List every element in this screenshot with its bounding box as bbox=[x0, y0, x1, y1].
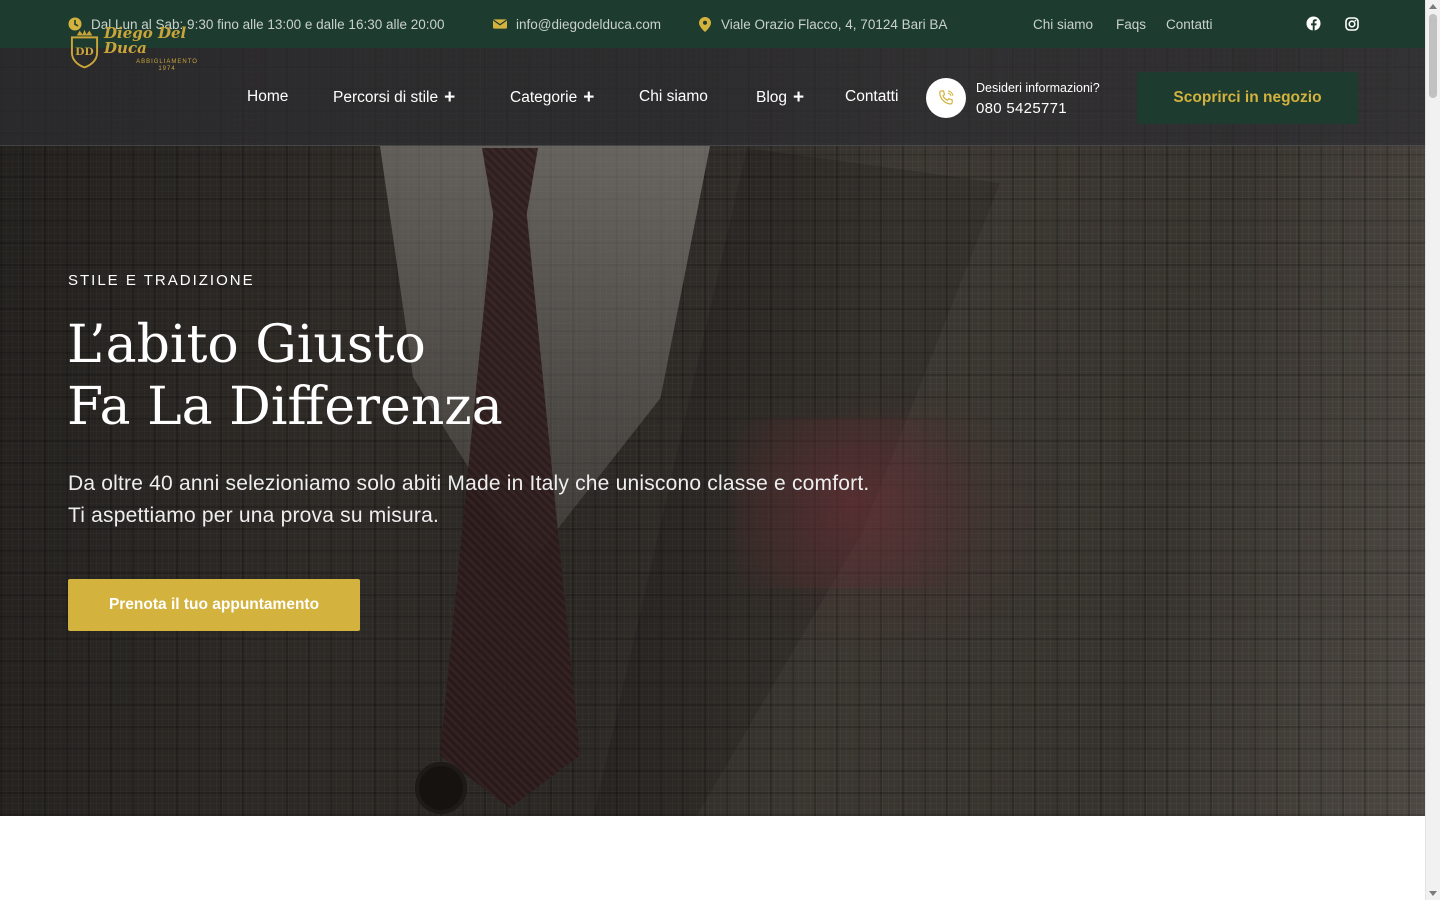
instagram-icon[interactable] bbox=[1343, 15, 1360, 32]
email-item[interactable]: info@diegodelduca.com bbox=[493, 0, 661, 48]
hero-subtitle: Da oltre 40 anni selezioniamo solo abiti… bbox=[68, 468, 1028, 532]
nav-percorsi-di-stile[interactable]: Percorsi di stile + bbox=[333, 88, 455, 107]
nav-contatti-label: Contatti bbox=[845, 88, 899, 105]
logo-year: 1974 bbox=[158, 66, 176, 72]
envelope-icon bbox=[493, 17, 507, 31]
book-appointment-button[interactable]: Prenota il tuo appuntamento bbox=[68, 579, 360, 631]
hero-title-line-2: Fa La Differenza bbox=[67, 377, 503, 437]
email-link[interactable]: info@diegodelduca.com bbox=[516, 17, 661, 32]
svg-text:DD: DD bbox=[75, 45, 93, 58]
logo[interactable]: DD Diego Del Duca ABBIGLIAMENTO 1974 bbox=[70, 24, 230, 74]
hero-title: L’abito Giusto Fa La Differenza bbox=[67, 314, 503, 438]
phone-icon[interactable] bbox=[926, 78, 966, 118]
top-link-chi-siamo[interactable]: Chi siamo bbox=[1033, 0, 1093, 48]
top-link-contatti[interactable]: Contatti bbox=[1166, 0, 1213, 48]
map-pin-icon bbox=[698, 16, 712, 32]
logo-crest-icon: DD bbox=[70, 29, 99, 69]
plus-icon: + bbox=[444, 87, 456, 108]
facebook-icon[interactable] bbox=[1305, 15, 1322, 32]
visit-store-button[interactable]: Scoprirci in negozio bbox=[1137, 72, 1358, 124]
logo-name: Diego Del Duca bbox=[104, 24, 187, 57]
contact-question: Desideri informazioni? bbox=[976, 81, 1100, 95]
scroll-down-arrow-icon[interactable] bbox=[1429, 891, 1437, 896]
logo-tagline: ABBIGLIAMENTO bbox=[136, 59, 198, 65]
nav-home[interactable]: Home bbox=[247, 88, 288, 106]
nav-blog-label: Blog bbox=[756, 88, 788, 106]
contact-phone[interactable]: 080 5425771 bbox=[976, 100, 1067, 117]
nav-blog[interactable]: Blog + bbox=[756, 88, 804, 107]
hero-title-line-1: L’abito Giusto bbox=[67, 315, 426, 375]
hero-subtitle-line-1: Da oltre 40 anni selezioniamo solo abiti… bbox=[68, 472, 870, 495]
nav-contatti[interactable]: Contatti bbox=[845, 88, 898, 106]
plus-icon: + bbox=[583, 87, 595, 108]
hero-eyebrow: STILE E TRADIZIONE bbox=[68, 272, 255, 289]
nav-chi-siamo[interactable]: Chi siamo bbox=[639, 88, 708, 106]
scroll-thumb[interactable] bbox=[1429, 14, 1437, 98]
nav-categorie-label: Categorie bbox=[510, 88, 578, 106]
nav-home-label: Home bbox=[247, 88, 289, 105]
nav-chi-siamo-label: Chi siamo bbox=[639, 88, 708, 105]
plus-icon: + bbox=[793, 87, 805, 108]
address-item[interactable]: Viale Orazio Flacco, 4, 70124 Bari BA bbox=[698, 0, 947, 48]
nav-categorie[interactable]: Categorie + bbox=[510, 88, 594, 107]
scroll-up-arrow-icon[interactable] bbox=[1429, 4, 1437, 9]
logo-wordmark: Diego Del Duca ABBIGLIAMENTO 1974 bbox=[104, 24, 230, 73]
address-text[interactable]: Viale Orazio Flacco, 4, 70124 Bari BA bbox=[721, 17, 947, 32]
page-scrollbar[interactable] bbox=[1425, 0, 1440, 900]
nav-percorsi-label: Percorsi di stile bbox=[333, 88, 439, 106]
hero-subtitle-line-2: Ti aspettiamo per una prova su misura. bbox=[68, 504, 439, 527]
top-link-faqs[interactable]: Faqs bbox=[1116, 0, 1146, 48]
